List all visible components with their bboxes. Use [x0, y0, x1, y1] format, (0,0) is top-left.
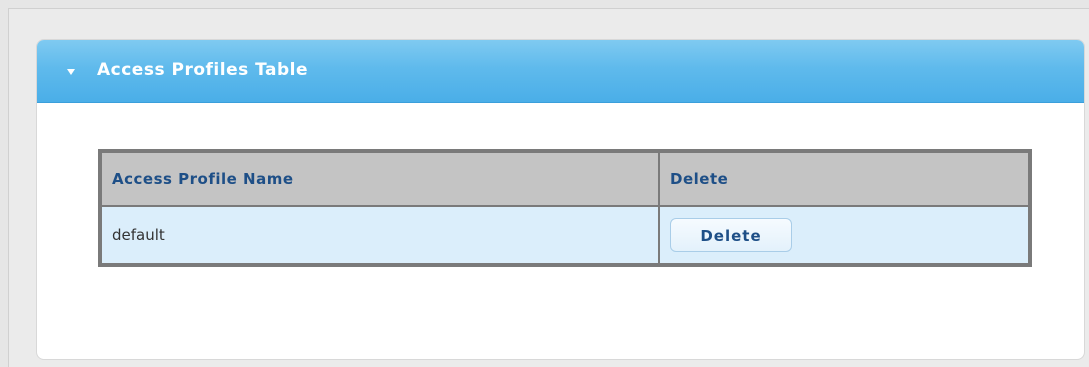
access-profiles-panel: Access Profiles Table Access Profile Nam… — [36, 39, 1085, 360]
table-row: default Delete — [100, 205, 1030, 265]
access-profiles-table: Access Profile Name Delete default Delet… — [98, 149, 1032, 267]
column-header-delete: Delete — [658, 151, 1030, 207]
panel-title: Access Profiles Table — [97, 60, 309, 80]
table-header-row: Access Profile Name Delete — [100, 151, 1030, 207]
profile-name-cell: default — [100, 205, 660, 265]
delete-cell: Delete — [658, 205, 1030, 265]
page-frame: Access Profiles Table Access Profile Nam… — [8, 8, 1089, 367]
caret-down-icon[interactable] — [67, 69, 75, 75]
panel-header[interactable]: Access Profiles Table — [37, 40, 1084, 103]
column-header-name: Access Profile Name — [100, 151, 660, 207]
delete-button[interactable]: Delete — [670, 218, 792, 252]
